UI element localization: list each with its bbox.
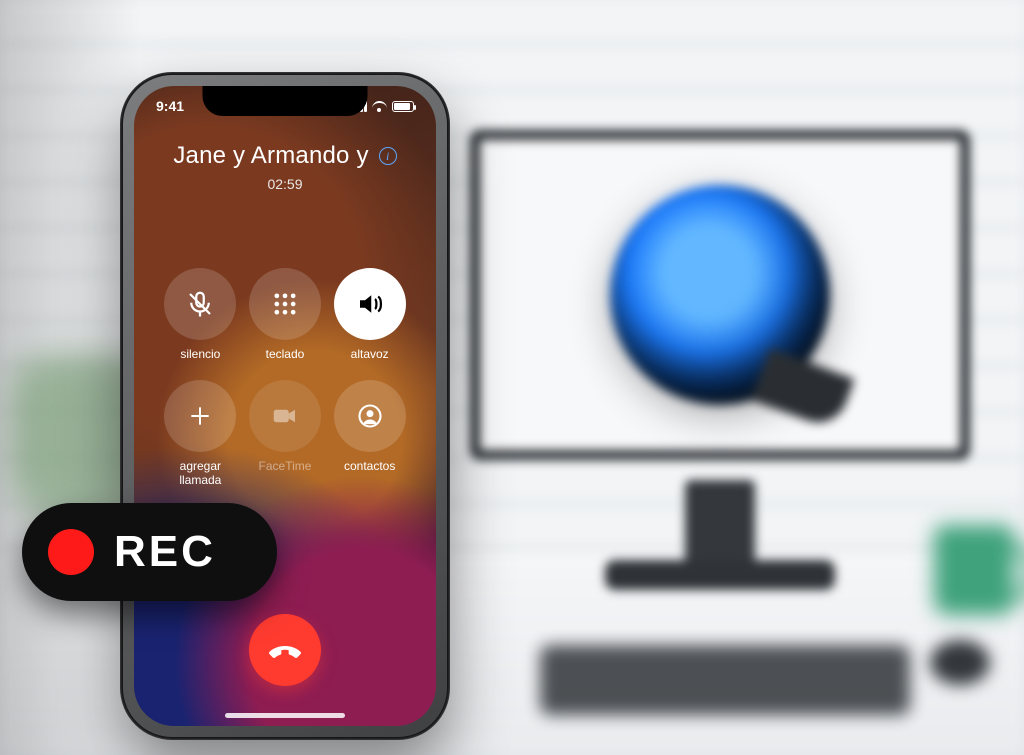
scene: 9:41 Jane y Armando y i 02:59 bbox=[0, 0, 1024, 755]
rec-label: REC bbox=[114, 527, 216, 577]
home-indicator[interactable] bbox=[225, 713, 345, 718]
quicktime-icon bbox=[610, 185, 830, 405]
add-call-label: agregar llamada bbox=[179, 460, 221, 488]
keypad-icon bbox=[271, 290, 299, 318]
status-time: 9:41 bbox=[156, 98, 184, 114]
rec-dot-icon bbox=[48, 529, 94, 575]
mute-button[interactable]: silencio bbox=[164, 268, 236, 362]
call-header: Jane y Armando y i 02:59 bbox=[134, 142, 436, 192]
contacts-button[interactable]: contactos bbox=[334, 380, 406, 488]
contacts-label: contactos bbox=[344, 460, 395, 474]
plus-icon bbox=[187, 403, 213, 429]
notch bbox=[203, 86, 368, 116]
mute-label: silencio bbox=[180, 348, 220, 362]
mug-blur bbox=[934, 525, 1014, 615]
keypad-button[interactable]: teclado bbox=[249, 268, 321, 362]
monitor-base bbox=[605, 560, 835, 590]
contacts-icon bbox=[356, 402, 384, 430]
facetime-icon bbox=[270, 401, 300, 431]
caller-name: Jane y Armando y bbox=[173, 142, 368, 170]
battery-icon bbox=[392, 101, 414, 112]
facetime-button[interactable]: FaceTime bbox=[249, 380, 321, 488]
mouse-blur bbox=[930, 640, 990, 685]
speaker-label: altavoz bbox=[351, 348, 389, 362]
call-duration: 02:59 bbox=[134, 176, 436, 192]
mute-icon bbox=[185, 289, 215, 319]
wifi-icon bbox=[372, 100, 387, 112]
monitor bbox=[470, 130, 970, 460]
end-call-button[interactable] bbox=[249, 614, 321, 686]
monitor-stand bbox=[685, 480, 755, 570]
info-button[interactable]: i bbox=[379, 147, 397, 165]
keyboard-blur bbox=[540, 645, 910, 715]
facetime-label: FaceTime bbox=[259, 460, 312, 474]
speaker-button[interactable]: altavoz bbox=[334, 268, 406, 362]
rec-badge: REC bbox=[22, 503, 277, 601]
hangup-icon bbox=[266, 631, 304, 669]
speaker-icon bbox=[355, 289, 385, 319]
add-call-button[interactable]: agregar llamada bbox=[164, 380, 236, 488]
keypad-label: teclado bbox=[266, 348, 305, 362]
monitor-screen bbox=[470, 130, 970, 460]
call-screen: 9:41 Jane y Armando y i 02:59 bbox=[134, 86, 436, 726]
call-controls: silencio teclado bbox=[134, 268, 436, 487]
iphone-frame: 9:41 Jane y Armando y i 02:59 bbox=[120, 72, 450, 740]
